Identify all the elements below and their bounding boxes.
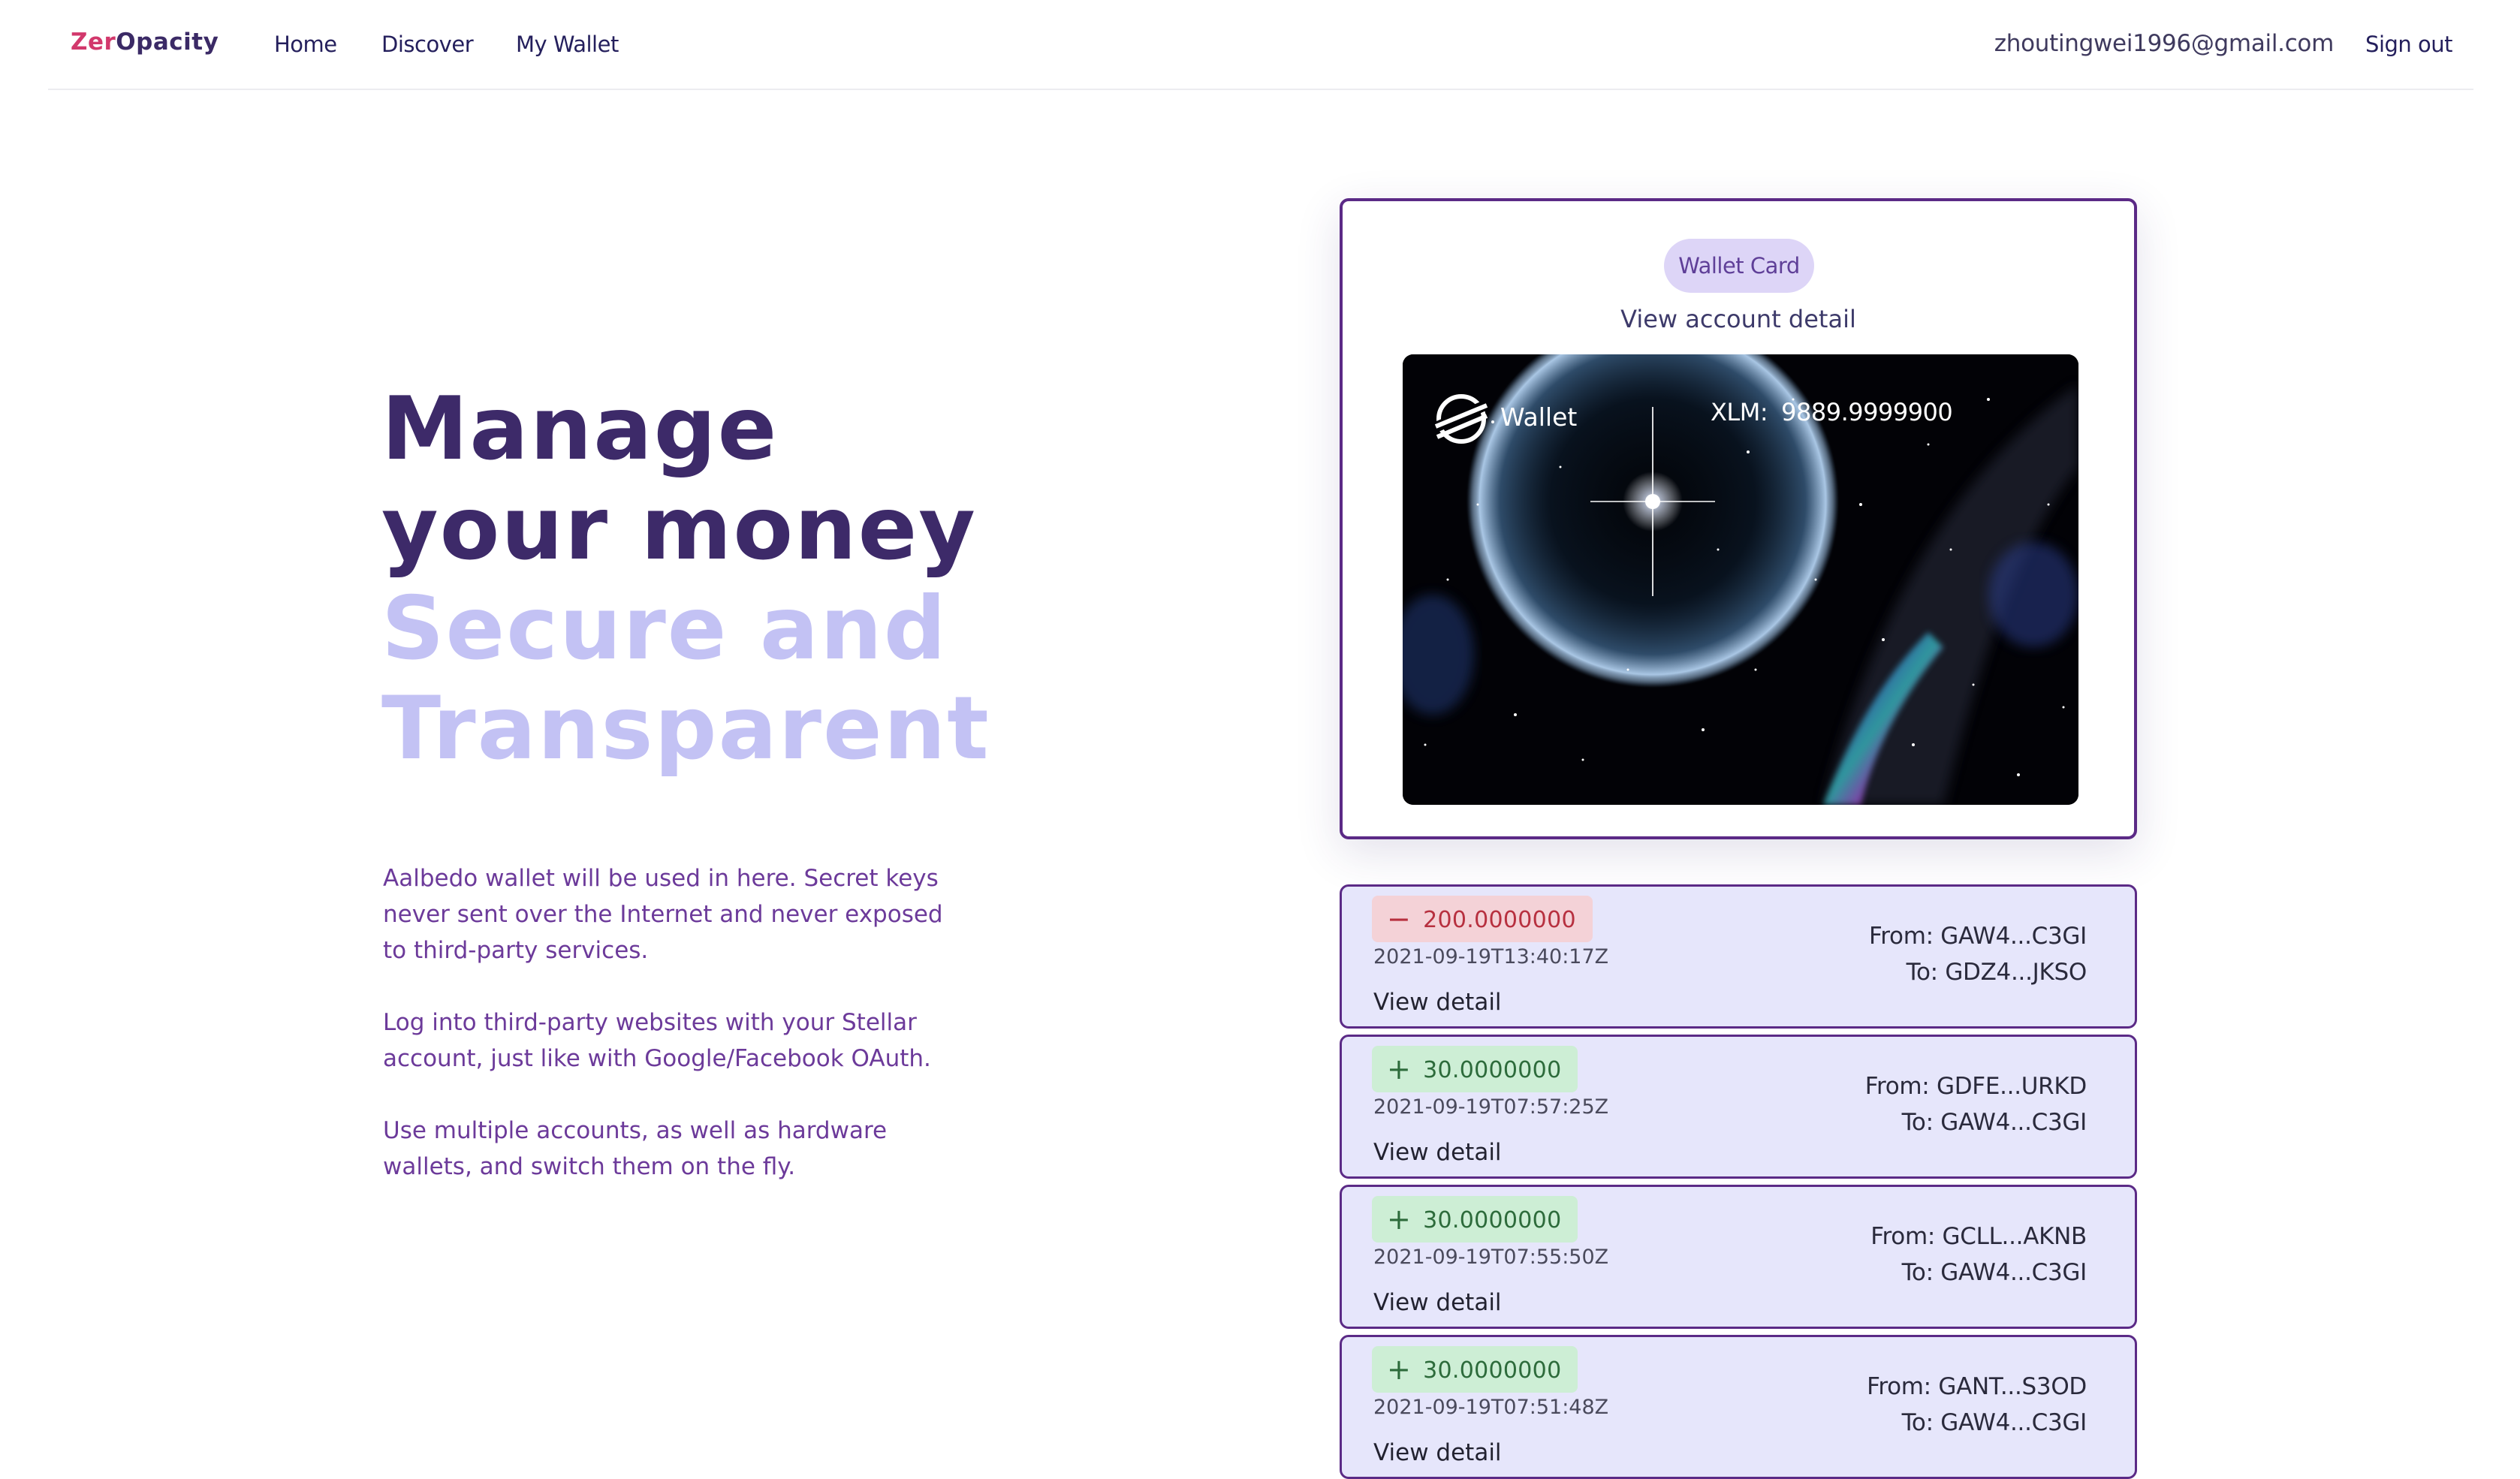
view-account-detail-link[interactable]: View account detail xyxy=(1343,305,2134,333)
transaction-time: 2021-09-19T13:40:17Z xyxy=(1373,945,1609,968)
plus-icon: + xyxy=(1387,1353,1412,1386)
transaction-from: From: GCLL...AKNB xyxy=(1870,1223,2087,1250)
stellar-logo-icon xyxy=(1431,389,1491,452)
wallet-space-card[interactable]: Wallet XLM: 9889.9999900 xyxy=(1403,354,2078,805)
amount-value: 30.0000000 xyxy=(1423,1057,1562,1083)
brand-logo[interactable]: ZerOpacity xyxy=(71,29,219,56)
wallet-card-badge: Wallet Card xyxy=(1664,239,1814,293)
hero-title: Manage your money Secure and Transparent xyxy=(381,379,990,779)
xlm-label: XLM: xyxy=(1711,398,1768,426)
transaction-from: From: GAW4...C3GI xyxy=(1868,923,2087,950)
hero-paragraph-multiple-accounts: Use multiple accounts, as well as hardwa… xyxy=(383,1117,888,1180)
hero-line-1: Manage xyxy=(381,378,779,480)
transaction-card: +30.0000000 2021-09-19T07:55:50Z View de… xyxy=(1340,1185,2137,1329)
user-email: zhoutingwei1996@gmail.com xyxy=(1994,30,2335,57)
amount-badge-positive: +30.0000000 xyxy=(1372,1346,1578,1393)
brand-part2: Opacity xyxy=(116,29,219,56)
transaction-time: 2021-09-19T07:55:50Z xyxy=(1373,1246,1609,1269)
transaction-to: To: GAW4...C3GI xyxy=(1901,1109,2087,1136)
hero-line-4: Transparent xyxy=(381,678,990,779)
transaction-to: To: GAW4...C3GI xyxy=(1901,1259,2087,1286)
transaction-time: 2021-09-19T07:57:25Z xyxy=(1373,1095,1609,1119)
transaction-to: To: GAW4...C3GI xyxy=(1901,1409,2087,1436)
top-navbar: ZerOpacity Home Discover My Wallet zhout… xyxy=(48,0,2473,90)
transaction-card: +30.0000000 2021-09-19T07:57:25Z View de… xyxy=(1340,1035,2137,1179)
nav-home-link[interactable]: Home xyxy=(274,32,337,57)
nav-my-wallet-link[interactable]: My Wallet xyxy=(516,32,619,57)
view-detail-link[interactable]: View detail xyxy=(1373,1439,1502,1466)
transaction-time: 2021-09-19T07:51:48Z xyxy=(1373,1396,1609,1419)
amount-badge-positive: +30.0000000 xyxy=(1372,1046,1578,1092)
nav-discover-link[interactable]: Discover xyxy=(381,32,474,57)
hero-paragraph-oauth: Log into third-party websites with your … xyxy=(383,1009,931,1072)
hero-paragraph-secret-keys: Aalbedo wallet will be used in here. Sec… xyxy=(383,865,943,964)
xlm-balance: XLM: 9889.9999900 xyxy=(1711,398,1953,426)
plus-icon: + xyxy=(1387,1203,1412,1236)
transaction-card: +30.0000000 2021-09-19T07:51:48Z View de… xyxy=(1340,1335,2137,1479)
wallet-card-panel: Wallet Card View account detail Wallet X… xyxy=(1340,198,2137,839)
hero-line-2: your money xyxy=(381,478,977,580)
card-wallet-label: Wallet xyxy=(1500,402,1578,432)
minus-icon: − xyxy=(1387,902,1412,935)
amount-badge-positive: +30.0000000 xyxy=(1372,1196,1578,1243)
plus-icon: + xyxy=(1387,1053,1412,1086)
brand-part1: Zer xyxy=(71,29,116,56)
view-detail-link[interactable]: View detail xyxy=(1373,1289,1502,1316)
xlm-value: 9889.9999900 xyxy=(1781,398,1953,426)
view-detail-link[interactable]: View detail xyxy=(1373,989,1502,1016)
transaction-to: To: GDZ4...JKSO xyxy=(1906,959,2087,986)
sign-out-button[interactable]: Sign out xyxy=(2365,32,2452,57)
amount-badge-negative: −200.0000000 xyxy=(1372,896,1593,942)
amount-value: 200.0000000 xyxy=(1423,907,1576,933)
amount-value: 30.0000000 xyxy=(1423,1357,1562,1384)
transaction-card: −200.0000000 2021-09-19T13:40:17Z View d… xyxy=(1340,884,2137,1029)
amount-value: 30.0000000 xyxy=(1423,1207,1562,1234)
transaction-from: From: GDFE...URKD xyxy=(1864,1073,2087,1100)
view-detail-link[interactable]: View detail xyxy=(1373,1139,1502,1166)
transaction-from: From: GANT...S3OD xyxy=(1867,1373,2087,1400)
hero-line-3: Secure and xyxy=(381,578,948,679)
